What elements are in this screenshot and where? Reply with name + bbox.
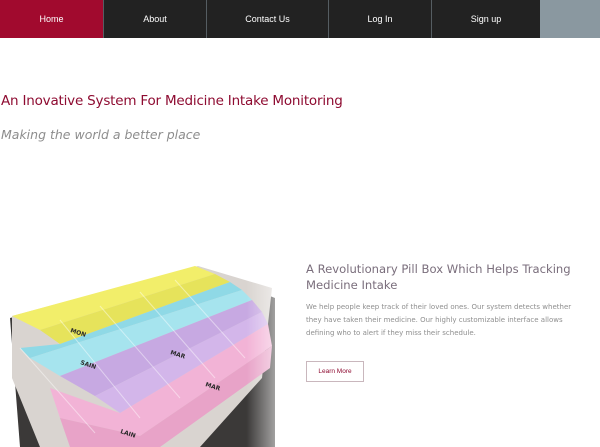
feature-description: We help people keep track of their loved… bbox=[306, 303, 572, 337]
nav-sign-up[interactable]: Sign up bbox=[431, 0, 540, 38]
pill-box-image: MON SAIN MAR MAR LAIN bbox=[0, 258, 290, 447]
nav-log-in[interactable]: Log In bbox=[328, 0, 431, 38]
nav-right-filler bbox=[540, 0, 600, 38]
nav-about[interactable]: About bbox=[103, 0, 206, 38]
nav-home[interactable]: Home bbox=[0, 0, 103, 38]
hero-title: An Inovative System For Medicine Intake … bbox=[1, 93, 343, 109]
feature-title: A Revolutionary Pill Box Which Helps Tra… bbox=[306, 262, 571, 292]
hero-subtitle: Making the world a better place bbox=[1, 127, 201, 142]
learn-more-button[interactable]: Learn More bbox=[306, 361, 364, 382]
top-navigation-bar: Home About Contact Us Log In Sign up bbox=[0, 0, 600, 38]
nav-contact-us[interactable]: Contact Us bbox=[206, 0, 328, 38]
